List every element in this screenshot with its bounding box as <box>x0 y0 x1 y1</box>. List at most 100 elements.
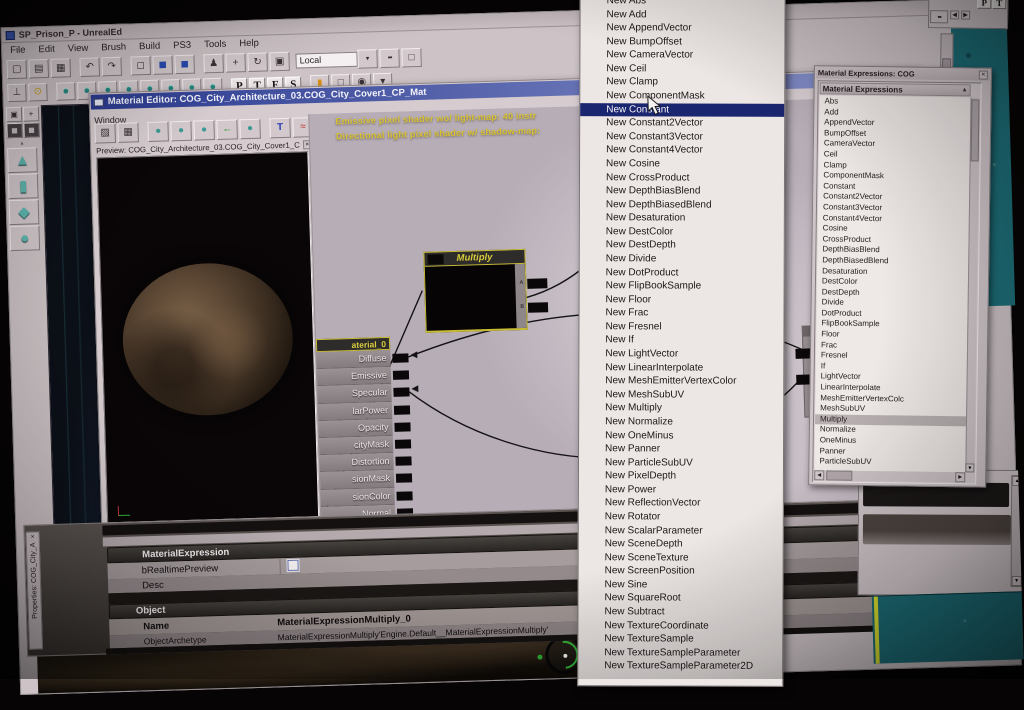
geometry-mode-icon[interactable]: + <box>23 106 39 121</box>
context-menu-item[interactable]: New Normalize <box>579 415 783 429</box>
expressions-titlebar[interactable]: Material Expressions: COG × <box>816 67 990 80</box>
context-menu-item[interactable]: New ComponentMask <box>580 89 784 103</box>
cone-primitive-icon[interactable]: ▲ <box>7 147 38 173</box>
context-menu-item[interactable]: New ScalarParameter <box>579 524 783 538</box>
menu-item[interactable]: Tools <box>204 39 227 51</box>
input-connector[interactable] <box>396 474 412 483</box>
context-menu-item[interactable]: New OneMinus <box>579 429 783 443</box>
close-icon[interactable]: × <box>31 534 35 541</box>
context-menu-item[interactable]: New Panner <box>579 442 783 456</box>
menu-item[interactable]: Edit <box>38 44 55 55</box>
context-menu-item[interactable]: New BumpOffset <box>580 35 784 49</box>
browser-letter-button[interactable]: P <box>977 0 991 9</box>
context-menu-item[interactable]: New Sine <box>579 578 783 592</box>
open-file-icon[interactable]: ▤ <box>28 59 49 79</box>
collapse-up-icon[interactable]: ▲ <box>962 87 968 93</box>
cylinder-primitive-icon[interactable]: ▮ <box>8 173 39 199</box>
scroll-down-icon[interactable]: ▼ <box>965 463 974 472</box>
input-connector[interactable] <box>396 491 412 500</box>
collapsed-category-bar[interactable] <box>863 514 1011 545</box>
context-menu-item[interactable]: New Subtract <box>578 605 782 619</box>
scroll-right-icon[interactable]: ▶ <box>955 472 965 482</box>
menu-item[interactable]: PS3 <box>173 40 191 52</box>
redo-icon[interactable]: ↷ <box>101 57 122 77</box>
scroll-left-icon[interactable]: ◀ <box>814 470 824 480</box>
context-menu-item[interactable]: New Power <box>579 483 783 497</box>
context-menu-item[interactable]: New ParticleSubUV <box>579 456 783 470</box>
context-menu-item[interactable]: New Ceil <box>580 62 784 76</box>
background-toggle-icon[interactable]: ▨ <box>94 123 116 144</box>
context-menu-item[interactable]: New Floor <box>580 293 784 307</box>
context-menu-item[interactable]: New MeshSubUV <box>579 388 783 402</box>
context-menu-item[interactable]: New If <box>579 334 783 348</box>
context-menu-item[interactable]: New Add <box>581 8 785 22</box>
save-icon[interactable]: ▦ <box>50 58 71 78</box>
context-menu-item[interactable]: New SceneDepth <box>579 537 783 551</box>
scale-mode-icon[interactable]: ◼ <box>174 55 195 75</box>
material-preview-viewport[interactable] <box>96 151 319 523</box>
properties-side-tab[interactable]: × Properties: COG_City_A <box>25 531 42 649</box>
expression-list-item[interactable]: ParticleSubUV <box>814 456 965 469</box>
input-connector[interactable] <box>395 456 411 465</box>
menu-item[interactable]: Help <box>239 38 259 50</box>
translate-mode-icon[interactable]: ◻ <box>130 56 151 76</box>
context-menu-item[interactable]: New TextureSampleParameter2D <box>578 659 782 673</box>
context-menu-item[interactable]: New TextureCoordinate <box>578 619 782 633</box>
pin-icon[interactable]: ⊥ <box>7 83 27 102</box>
realtime-preview-icon[interactable]: ● <box>239 119 261 140</box>
input-connector[interactable] <box>392 353 408 362</box>
context-menu-item[interactable]: New DestColor <box>580 225 784 239</box>
multiply-node[interactable]: Multiply A B <box>423 249 527 333</box>
move-widget-icon[interactable]: + <box>225 53 246 73</box>
home-view-icon[interactable]: ← <box>216 119 238 140</box>
cube-preview-icon[interactable]: ● <box>193 120 215 141</box>
context-menu-item[interactable]: New SceneTexture <box>579 551 783 565</box>
close-icon[interactable]: × <box>979 71 988 80</box>
input-a-connector[interactable] <box>527 278 547 289</box>
scrollbar-thumb[interactable] <box>971 99 980 161</box>
context-menu-item[interactable]: New DepthBiasBlend <box>580 184 784 198</box>
expressions-list-header[interactable]: Material Expressions ▲ <box>820 82 971 96</box>
text-overlay-icon[interactable]: T <box>269 118 291 139</box>
camera-icon[interactable]: ▣ <box>269 52 290 72</box>
bottom-right-viewport[interactable] <box>872 591 1024 664</box>
input-connector[interactable] <box>393 371 409 380</box>
context-menu-item[interactable]: New Divide <box>580 252 784 266</box>
actor-icon[interactable]: ♟ <box>203 54 224 74</box>
realtime-preview-checkbox[interactable] <box>287 560 298 571</box>
input-connector[interactable] <box>393 388 409 397</box>
context-menu-item[interactable]: New Desaturation <box>580 211 784 225</box>
diamond-primitive-icon[interactable]: ◆ <box>9 199 40 225</box>
scroll-right-icon[interactable]: ▶ <box>961 11 970 20</box>
rotate-widget-icon[interactable]: ↻ <box>247 52 268 72</box>
context-menu-item[interactable]: New Frac <box>579 306 783 320</box>
input-b-connector[interactable] <box>528 302 548 313</box>
context-menu-item[interactable]: New FlipBookSample <box>580 279 784 293</box>
search-icon[interactable]: ●● <box>379 49 400 69</box>
context-menu-item[interactable]: New PixelDepth <box>579 469 783 483</box>
input-connector[interactable] <box>395 439 411 448</box>
context-menu-item[interactable]: New MeshEmitterVertexColor <box>579 374 783 388</box>
context-menu-item[interactable]: New CrossProduct <box>580 171 784 185</box>
context-menu-item[interactable]: New DestDepth <box>580 239 784 253</box>
grid-toggle-icon[interactable]: ▦ <box>117 122 139 143</box>
context-menu-item[interactable]: New DotProduct <box>580 266 784 280</box>
new-file-icon[interactable]: ▢ <box>6 60 27 80</box>
coordinate-system-value[interactable]: Local <box>295 52 357 69</box>
camera-mode-icon[interactable]: ▣ <box>6 107 22 122</box>
context-menu-item[interactable]: New Fresnel <box>579 320 783 334</box>
coordinate-system-dropdown[interactable]: Local ▾ <box>295 49 378 70</box>
context-menu-item[interactable]: New TextureSample <box>578 632 782 646</box>
scrollbar-thumb[interactable] <box>826 470 852 480</box>
terrain-mode-icon[interactable]: ◼ <box>23 122 39 137</box>
context-menu-item[interactable]: New LightVector <box>579 347 783 361</box>
browser-orb-icon[interactable]: ● <box>56 82 76 101</box>
sphere-preview-icon[interactable]: ● <box>147 121 169 142</box>
context-menu-item[interactable]: New Constant <box>580 103 784 117</box>
menu-item[interactable]: File <box>10 45 26 56</box>
context-menu-item[interactable]: New ScreenPosition <box>579 564 783 578</box>
context-menu-item[interactable]: New CameraVector <box>580 48 784 62</box>
sphere-primitive-icon[interactable]: ● <box>9 225 40 251</box>
menu-item[interactable]: Build <box>139 41 160 53</box>
output-connector[interactable] <box>427 254 443 264</box>
